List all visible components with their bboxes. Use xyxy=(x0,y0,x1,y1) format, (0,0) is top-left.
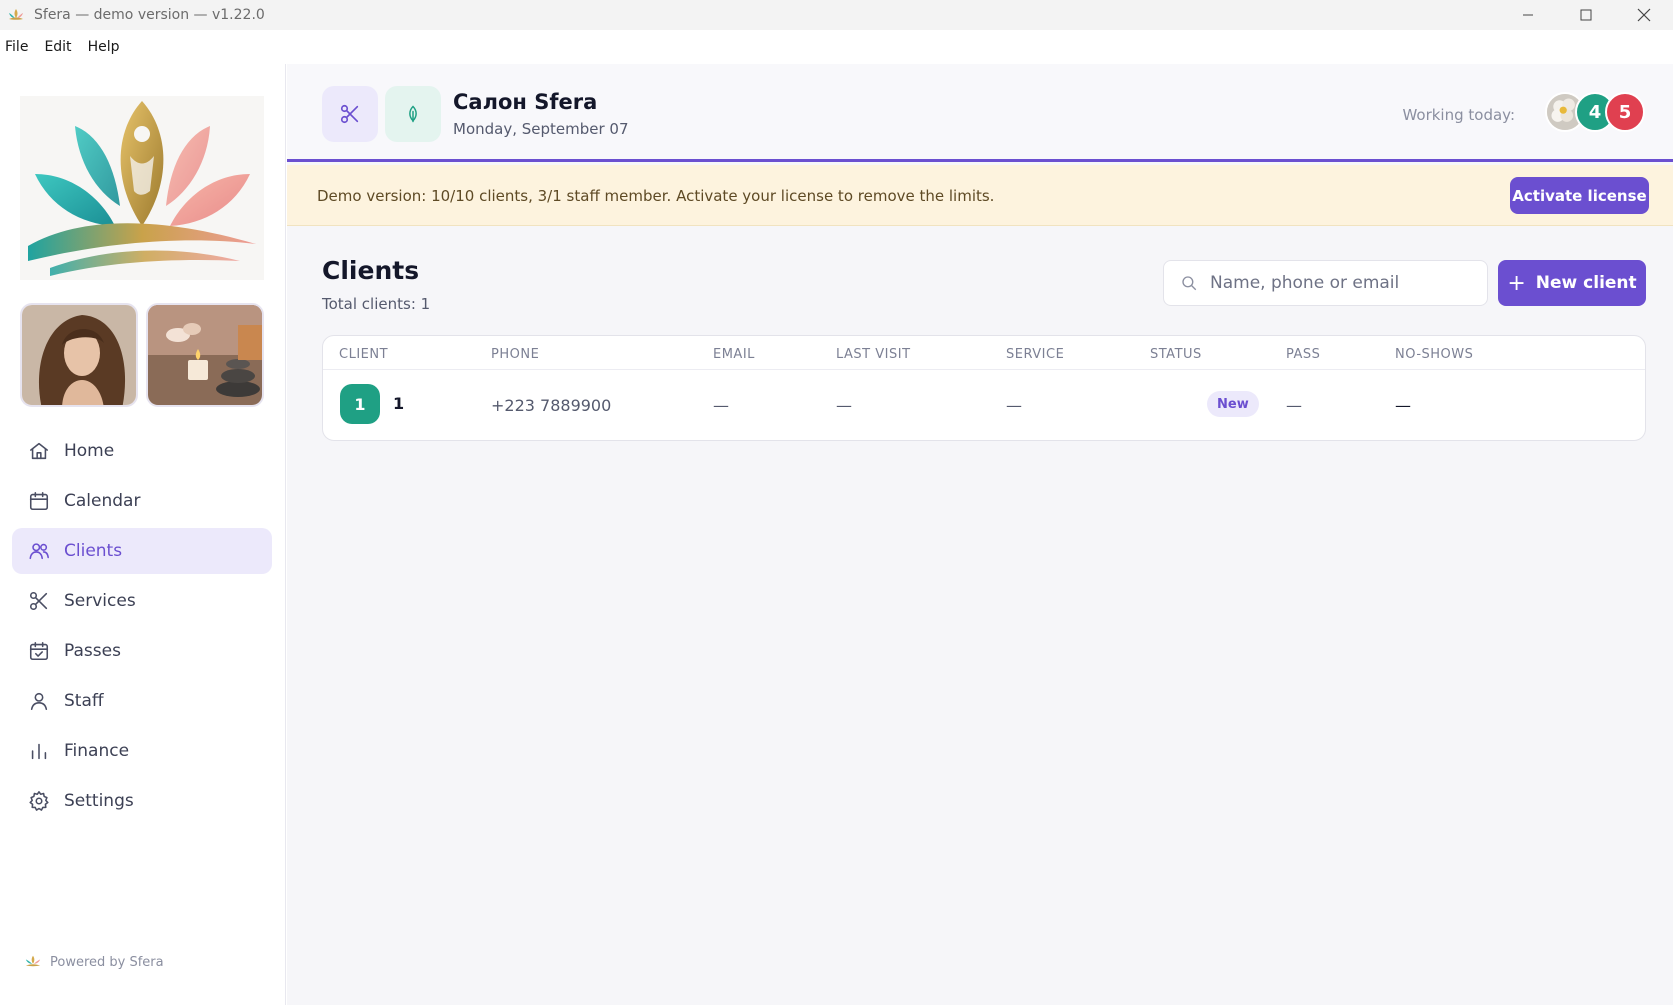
sidebar: Home Calendar Clients Services Passes St… xyxy=(0,64,286,1005)
plus-icon: + xyxy=(1507,270,1526,296)
sfera-logo-icon xyxy=(25,955,41,967)
sidebar-item-passes[interactable]: Passes xyxy=(12,628,272,674)
table-header: CLIENT PHONE EMAIL LAST VISIT SERVICE ST… xyxy=(323,336,1645,370)
leaf-icon xyxy=(409,105,417,123)
hair-model-photo xyxy=(20,303,138,407)
menu-help[interactable]: Help xyxy=(88,39,120,55)
column-header-email[interactable]: EMAIL xyxy=(713,347,755,362)
sidebar-nav: Home Calendar Clients Services Passes St… xyxy=(12,428,272,828)
close-icon xyxy=(1637,8,1651,22)
bar-chart-icon xyxy=(31,743,47,760)
maximize-button[interactable] xyxy=(1557,0,1615,30)
new-client-label: New client xyxy=(1535,273,1637,293)
sidebar-item-label: Staff xyxy=(64,691,104,711)
new-client-button[interactable]: + New client xyxy=(1498,260,1646,306)
title-bar: Sfera — demo version — v1.22.0 xyxy=(0,0,1673,30)
maximize-icon xyxy=(1580,9,1592,21)
window-controls xyxy=(1499,0,1673,30)
current-date: Monday, September 07 xyxy=(453,120,629,138)
sidebar-item-clients[interactable]: Clients xyxy=(12,528,272,574)
sidebar-item-calendar[interactable]: Calendar xyxy=(12,478,272,524)
menu-bar: File Edit Help xyxy=(0,30,1673,64)
column-header-last-visit[interactable]: LAST VISIT xyxy=(836,347,911,362)
avatar[interactable]: 5 xyxy=(1605,92,1645,132)
column-header-no-shows[interactable]: NO-SHOWS xyxy=(1395,347,1473,362)
search-icon xyxy=(1182,276,1197,291)
minimize-icon xyxy=(1523,14,1533,16)
client-no-shows: — xyxy=(1395,396,1411,415)
client-pass: — xyxy=(1286,396,1302,415)
column-header-client[interactable]: CLIENT xyxy=(339,347,388,362)
powered-by-text: Powered by Sfera xyxy=(50,954,164,970)
client-name[interactable]: 1 xyxy=(393,394,404,413)
client-avatar: 1 xyxy=(340,384,380,424)
status-badge: New xyxy=(1207,391,1259,417)
sidebar-item-label: Calendar xyxy=(64,491,141,511)
window-title: Sfera — demo version — v1.22.0 xyxy=(34,7,265,23)
menu-edit[interactable]: Edit xyxy=(44,39,71,55)
sidebar-item-staff[interactable]: Staff xyxy=(12,678,272,724)
sidebar-item-settings[interactable]: Settings xyxy=(12,778,272,824)
home-icon xyxy=(29,442,49,460)
demo-banner-text: Demo version: 10/10 clients, 3/1 staff m… xyxy=(317,187,995,205)
column-header-service[interactable]: SERVICE xyxy=(1006,347,1064,362)
client-last-visit: — xyxy=(836,396,852,415)
calendar-check-icon xyxy=(29,641,49,661)
column-header-status[interactable]: STATUS xyxy=(1150,347,1202,362)
column-header-pass[interactable]: PASS xyxy=(1286,347,1320,362)
column-header-phone[interactable]: PHONE xyxy=(491,347,539,362)
user-icon xyxy=(30,692,48,711)
total-clients: Total clients: 1 xyxy=(322,295,431,313)
calendar-icon xyxy=(29,491,49,511)
gear-icon xyxy=(29,791,49,811)
sidebar-item-label: Passes xyxy=(64,641,121,661)
page-header: Салон Sfera Monday, September 07 Working… xyxy=(287,64,1673,162)
working-staff-avatars: 4 5 xyxy=(1545,92,1645,132)
spa-stones-photo xyxy=(146,303,264,407)
sidebar-item-label: Home xyxy=(64,441,115,461)
salon-name: Салон Sfera xyxy=(453,90,598,114)
minimize-button[interactable] xyxy=(1499,0,1557,30)
lotus-logo-icon xyxy=(28,101,256,276)
salon-photos xyxy=(20,303,264,407)
main-content: Салон Sfera Monday, September 07 Working… xyxy=(287,64,1673,1005)
close-button[interactable] xyxy=(1615,0,1673,30)
activate-license-button[interactable]: Activate license xyxy=(1510,177,1649,214)
client-service: — xyxy=(1006,396,1022,415)
scissors-icon xyxy=(29,591,48,611)
sidebar-item-home[interactable]: Home xyxy=(12,428,272,474)
scissors-icon xyxy=(340,104,359,124)
users-icon xyxy=(29,543,49,560)
client-search[interactable] xyxy=(1163,260,1488,306)
sidebar-item-services[interactable]: Services xyxy=(12,578,272,624)
client-phone: +223 7889900 xyxy=(491,396,612,415)
menu-file[interactable]: File xyxy=(5,39,28,55)
powered-by: Powered by Sfera xyxy=(24,954,164,970)
clients-table: CLIENT PHONE EMAIL LAST VISIT SERVICE ST… xyxy=(322,335,1646,441)
salon-logo xyxy=(20,96,264,280)
salon-scissors-badge xyxy=(322,86,378,142)
client-email: — xyxy=(713,396,729,415)
sidebar-item-finance[interactable]: Finance xyxy=(12,728,272,774)
demo-banner: Demo version: 10/10 clients, 3/1 staff m… xyxy=(287,165,1673,226)
app-logo-icon xyxy=(9,9,23,20)
search-input[interactable] xyxy=(1210,273,1470,293)
working-today-label: Working today: xyxy=(1402,106,1515,124)
page-title: Clients xyxy=(322,256,420,285)
sidebar-item-label: Settings xyxy=(64,791,134,811)
sidebar-item-label: Finance xyxy=(64,741,130,761)
sidebar-item-label: Services xyxy=(64,591,136,611)
salon-leaf-badge xyxy=(385,86,441,142)
sidebar-item-label: Clients xyxy=(64,541,123,561)
